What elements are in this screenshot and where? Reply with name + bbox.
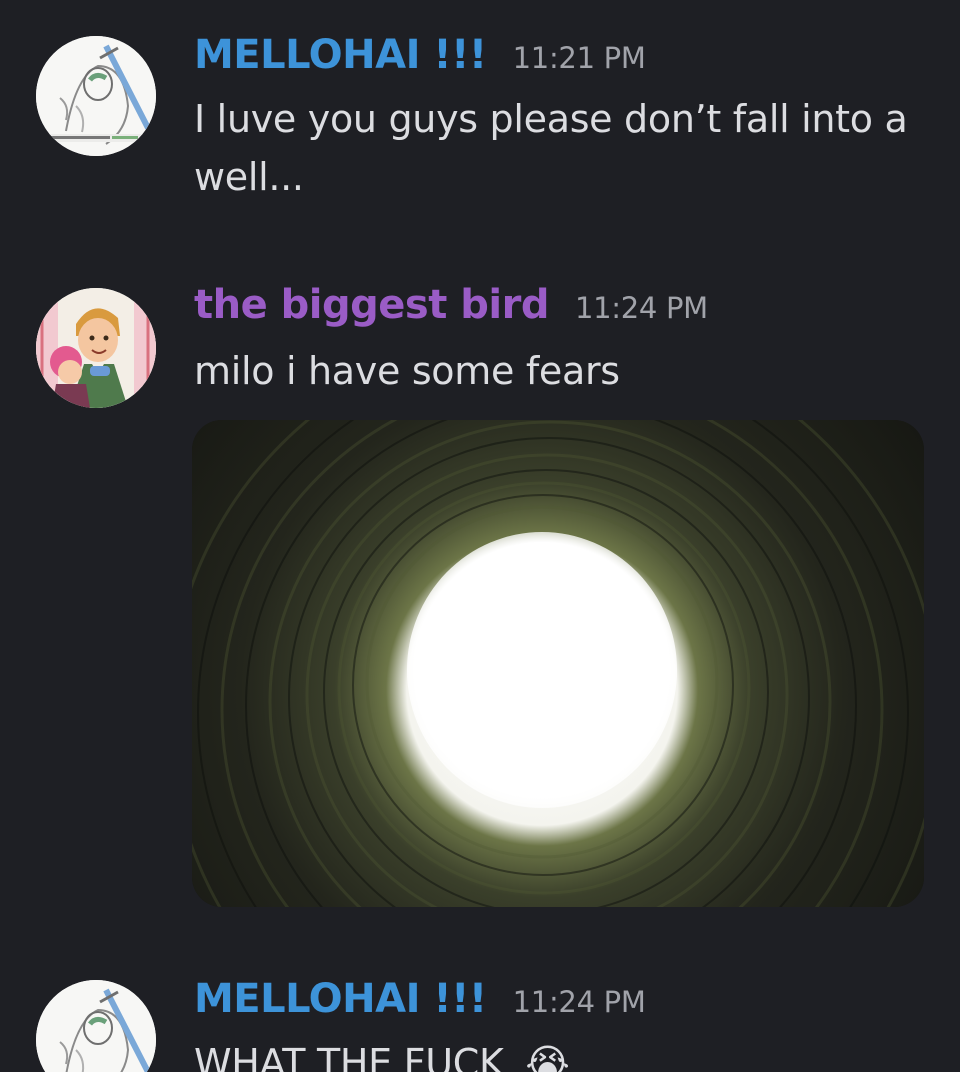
author-name[interactable]: the biggest bird bbox=[194, 282, 549, 328]
image-attachment[interactable] bbox=[192, 420, 924, 907]
user-avatar[interactable] bbox=[36, 288, 156, 408]
timestamp: 11:24 PM bbox=[574, 291, 708, 325]
message-text: milo i have some fears bbox=[194, 349, 620, 393]
well-bottom-view-image bbox=[192, 420, 924, 907]
user-avatar[interactable] bbox=[36, 980, 156, 1072]
sketch-swordsman-avatar-image bbox=[36, 36, 156, 156]
message-text-content: WHAT THE FUCK bbox=[194, 1041, 504, 1072]
message-text: I luve you guys please don’t fall into a… bbox=[194, 97, 908, 199]
author-name[interactable]: MELLOHAI !!! bbox=[194, 32, 487, 78]
sketch-swordsman-avatar-image bbox=[36, 980, 156, 1072]
message-text: WHAT THE FUCK 😭 bbox=[194, 1034, 934, 1072]
loudly-crying-emoji: 😭 bbox=[525, 1041, 570, 1072]
user-avatar[interactable] bbox=[36, 36, 156, 156]
timestamp: 11:21 PM bbox=[512, 41, 646, 75]
cartoon-duo-avatar-image bbox=[36, 288, 156, 408]
timestamp: 11:24 PM bbox=[512, 985, 646, 1019]
author-name[interactable]: MELLOHAI !!! bbox=[194, 976, 487, 1022]
